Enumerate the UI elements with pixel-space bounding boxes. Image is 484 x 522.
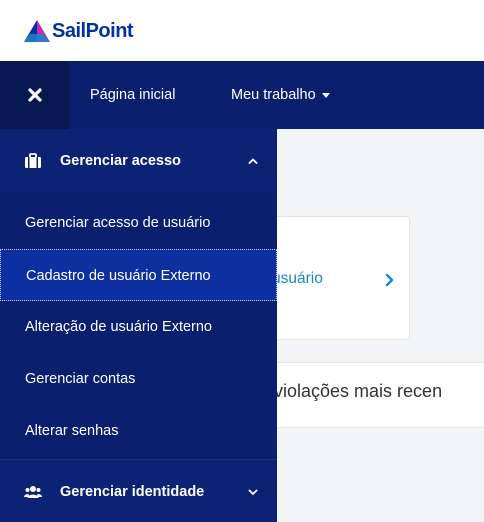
chevron-down-icon xyxy=(248,489,258,496)
logo-bar: SailPoint xyxy=(0,0,484,61)
chevron-up-icon xyxy=(248,158,258,164)
section-manage-identity-label: Gerenciar identidade xyxy=(60,484,205,500)
nav-my-work-label: Meu trabalho xyxy=(231,87,316,103)
briefcase-icon xyxy=(25,153,41,168)
section-manage-identity[interactable]: Gerenciar identidade xyxy=(0,459,277,522)
violations-widget-title: violações mais recen xyxy=(274,381,443,401)
section-manage-access-label: Gerenciar acesso xyxy=(60,153,181,169)
users-icon xyxy=(24,486,42,498)
section-manage-access[interactable]: Gerenciar acesso xyxy=(0,129,277,193)
menu-item-change-passwords[interactable]: Alterar senhas xyxy=(0,405,277,457)
top-navigation: Página inicial Meu trabalho xyxy=(0,61,484,129)
menu-item-change-external-user[interactable]: Alteração de usuário Externo xyxy=(0,301,277,353)
nav-home-link[interactable]: Página inicial xyxy=(90,61,175,129)
chevron-right-icon[interactable] xyxy=(384,272,396,288)
sailpoint-logo[interactable]: SailPoint xyxy=(24,19,134,43)
caret-down-icon xyxy=(321,92,330,98)
menu-item-register-external-user[interactable]: Cadastro de usuário Externo xyxy=(0,249,277,301)
menu-item-manage-accounts[interactable]: Gerenciar contas xyxy=(0,353,277,405)
quicklink-card-label: usuário xyxy=(272,270,323,287)
menu-item-manage-user-access[interactable]: Gerenciar acesso de usuário xyxy=(0,197,277,249)
close-menu-button[interactable] xyxy=(0,61,69,129)
side-menu: Gerenciar acesso Gerenciar acesso de usu… xyxy=(0,129,277,522)
brand-name: SailPoint xyxy=(52,19,134,42)
nav-my-work-dropdown[interactable]: Meu trabalho xyxy=(231,61,330,129)
close-icon xyxy=(27,88,42,102)
sail-icon xyxy=(24,20,50,42)
